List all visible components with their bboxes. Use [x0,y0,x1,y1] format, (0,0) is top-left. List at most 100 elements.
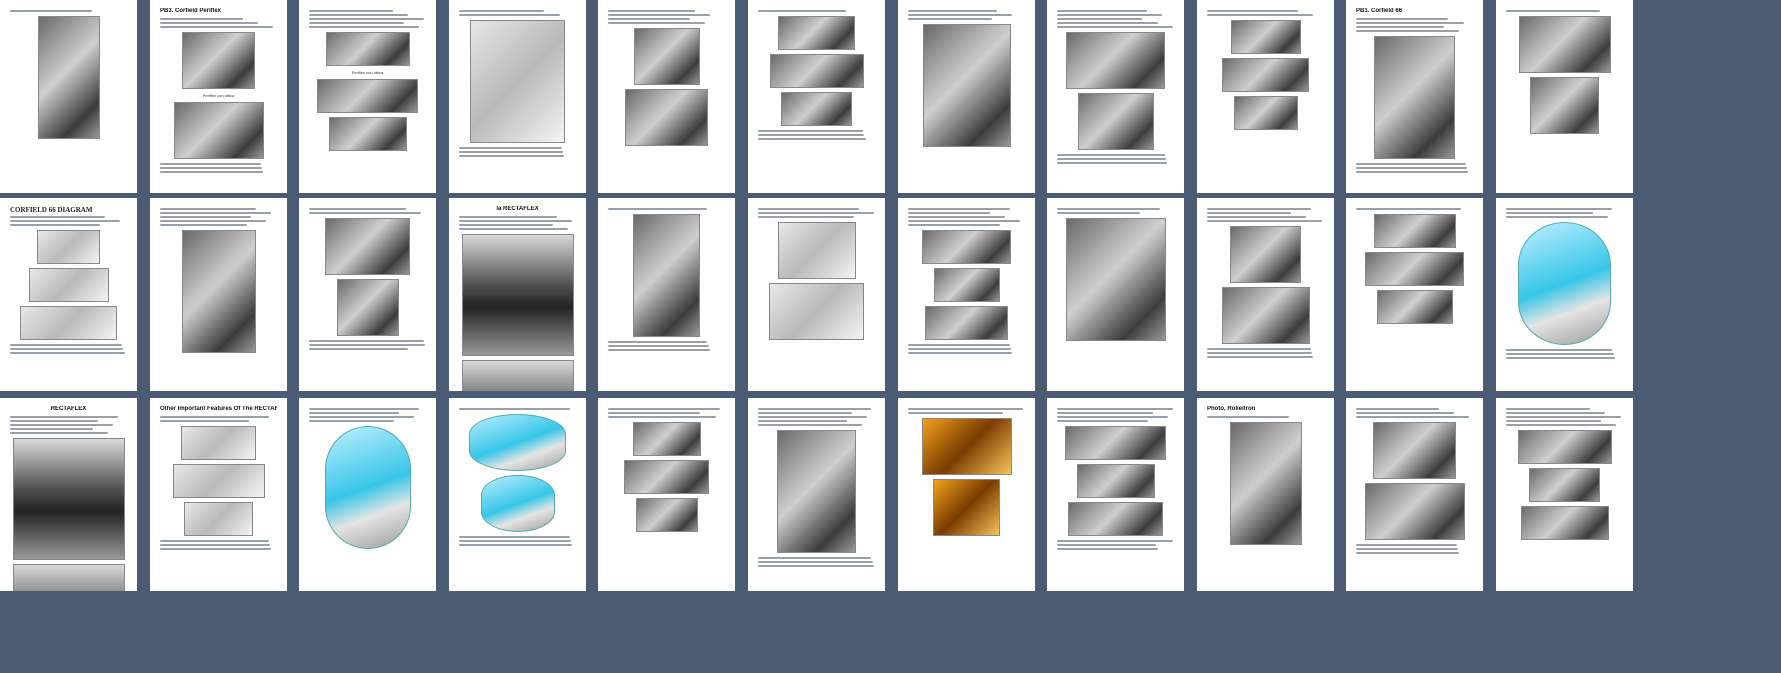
page-thumbnail[interactable]: PB3. Corfield Periflex Periflex con ottic… [150,0,287,193]
text-line [459,540,572,542]
camera-photo [921,418,1012,475]
text-line [160,22,259,24]
text-line [758,424,863,426]
text-line [908,344,1010,346]
text-line [908,10,997,12]
page-thumbnail[interactable]: PB1. Corfield 66 [1346,0,1483,193]
camera-photo [181,230,256,353]
text-line [908,14,1013,16]
page-thumbnail[interactable] [449,0,586,193]
page-thumbnail[interactable]: CORFIELD 66 DIAGRAM [0,198,137,391]
text-line [908,18,993,20]
text-line [459,155,565,157]
text-line [160,216,252,218]
text-line [758,565,874,567]
camera-photo [633,28,700,85]
text-line [160,167,262,169]
page-thumbnail[interactable] [1047,0,1184,193]
page-thumbnail[interactable] [1346,398,1483,591]
text-line [1057,540,1173,542]
text-line [160,224,247,226]
text-line [758,416,867,418]
text-line [1356,408,1440,410]
text-line [608,10,695,12]
page-thumbnail[interactable] [1346,198,1483,391]
camera-photo [624,460,709,494]
camera-photo [1222,58,1309,92]
text-line [608,412,701,414]
camera-photo [1077,93,1154,150]
page-thumbnail[interactable]: Other Important Features Of The RECTAFLE… [150,398,287,591]
text-line [1207,356,1314,358]
camera-photo [777,430,856,553]
text-line [10,348,124,350]
page-thumbnail[interactable] [1496,198,1633,391]
text-line [1356,167,1468,169]
text-line [758,130,864,132]
page-thumbnail[interactable] [0,0,137,193]
text-line [160,212,272,214]
text-line [1207,208,1312,210]
page-thumbnail[interactable] [1496,0,1633,193]
camera-photo [1230,226,1301,283]
page-thumbnail[interactable] [598,198,735,391]
text-line [459,408,571,410]
page-thumbnail[interactable] [898,198,1035,391]
text-line [1057,162,1167,164]
text-line [1057,158,1166,160]
camera-photo [1365,252,1464,286]
diagram-image [28,268,109,302]
text-line [1356,548,1458,550]
page-thumbnail[interactable] [1197,0,1334,193]
text-line [608,18,690,20]
page-thumbnail[interactable] [1197,198,1334,391]
text-line [1057,154,1165,156]
text-line [160,208,256,210]
camera-photo [1373,422,1456,479]
text-line [908,220,1021,222]
text-line [160,416,269,418]
text-line [1207,220,1322,222]
diagram-image [184,502,253,536]
text-line [908,212,990,214]
page-thumbnail[interactable] [1047,398,1184,591]
text-line [309,420,395,422]
text-line [459,14,560,16]
page-thumbnail[interactable]: Periflex con ottica [299,0,436,193]
camera-photo [469,414,566,471]
page-thumbnail[interactable] [898,398,1035,591]
page-thumbnail[interactable] [299,398,436,591]
page-thumbnail[interactable] [299,198,436,391]
text-line [1506,353,1614,355]
text-line [1057,208,1160,210]
page-thumbnail[interactable] [1496,398,1633,591]
camera-photo [324,426,411,549]
page-thumbnail[interactable] [598,0,735,193]
camera-photo [1068,502,1163,536]
text-line [10,424,113,426]
text-line [1356,412,1455,414]
page-thumbnail[interactable]: la RECTAFLEX [449,198,586,391]
page-thumbnail[interactable]: Photo, Rolleitron [1197,398,1334,591]
camera-photo [317,79,418,113]
text-line [160,171,263,173]
text-line [459,544,573,546]
page-thumbnail[interactable]: RECTAFLEX [0,398,137,591]
page-title: Other Important Features Of The RECTAFLE… [160,406,277,412]
page-thumbnail[interactable] [150,198,287,391]
page-thumbnail[interactable] [748,398,885,591]
page-thumbnail[interactable] [748,0,885,193]
diagram-image [20,306,117,340]
text-line [1506,416,1621,418]
page-thumbnail[interactable] [598,398,735,591]
page-thumbnail[interactable] [898,0,1035,193]
text-line [160,26,274,28]
page-thumbnail[interactable] [449,398,586,591]
page-thumbnail[interactable] [1047,198,1184,391]
page-title: PB3. Corfield Periflex [160,8,222,14]
image-caption: Periflex con ottica [351,70,384,75]
text-line [608,345,709,347]
page-thumbnail[interactable] [748,198,885,391]
text-line [758,408,872,410]
text-line [1207,348,1312,350]
